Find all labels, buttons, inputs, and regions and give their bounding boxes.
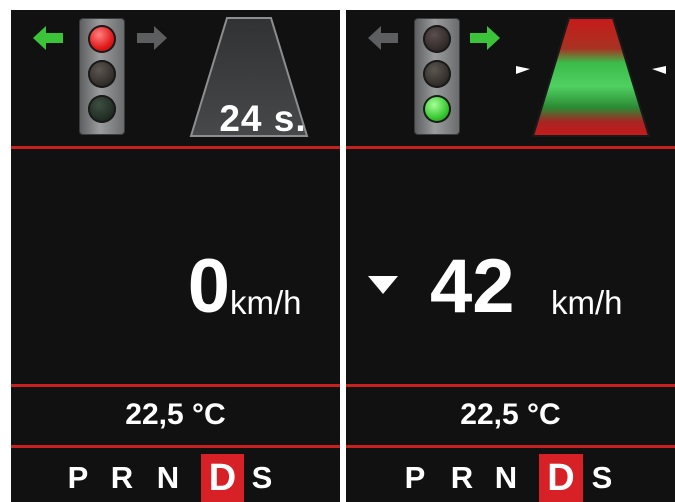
gear-selector: P R N D S	[346, 454, 675, 502]
band-marker-left-icon	[516, 66, 530, 74]
gear-selector: P R N D S	[11, 454, 340, 502]
gear-d-active: D	[539, 454, 583, 502]
temperature-readout: 22,5 °C	[460, 398, 561, 431]
speed-readout: 0 km/h	[11, 235, 340, 325]
arrow-left-icon	[33, 26, 63, 50]
gear-n: N	[156, 460, 180, 495]
traffic-light-icon	[79, 18, 125, 135]
right-display-panel: 42 km/h 22,5 °C P R N D S	[346, 10, 675, 502]
green-lamp-off	[88, 95, 116, 123]
gear-n: N	[494, 460, 518, 495]
divider	[11, 146, 340, 149]
gear-r: R	[110, 460, 134, 495]
divider	[346, 445, 675, 448]
divider	[11, 384, 340, 387]
gear-s: S	[251, 460, 273, 495]
red-lamp-off	[423, 25, 451, 53]
gear-p: P	[67, 460, 89, 495]
speed-readout: 42 km/h	[346, 235, 675, 325]
amber-lamp-off	[423, 60, 451, 88]
speed-unit: km/h	[551, 284, 623, 321]
gear-r: R	[450, 460, 474, 495]
gear-s: S	[591, 460, 613, 495]
down-triangle-icon	[368, 276, 398, 299]
countdown-timer: 24 s.	[219, 98, 307, 139]
approach-zone-speed-band-icon	[516, 16, 666, 140]
left-display-panel: 24 s. 0 km/h 22,5 °C P R N D S	[11, 10, 340, 502]
green-lamp-lit	[423, 95, 451, 123]
divider	[11, 445, 340, 448]
arrow-right-icon	[470, 26, 500, 50]
gear-d-active: D	[201, 454, 244, 502]
traffic-light-icon	[414, 18, 460, 135]
speed-value: 42	[430, 244, 515, 329]
amber-lamp-off	[88, 60, 116, 88]
temperature-readout: 22,5 °C	[125, 398, 226, 431]
divider	[346, 384, 675, 387]
gear-p: P	[404, 460, 426, 495]
red-lamp-lit	[88, 25, 116, 53]
speed-unit: km/h	[230, 284, 302, 321]
speed-value: 0	[187, 244, 230, 329]
arrow-left-icon	[368, 26, 398, 50]
arrow-right-icon	[137, 26, 167, 50]
divider	[346, 146, 675, 149]
band-marker-right-icon	[652, 66, 666, 74]
